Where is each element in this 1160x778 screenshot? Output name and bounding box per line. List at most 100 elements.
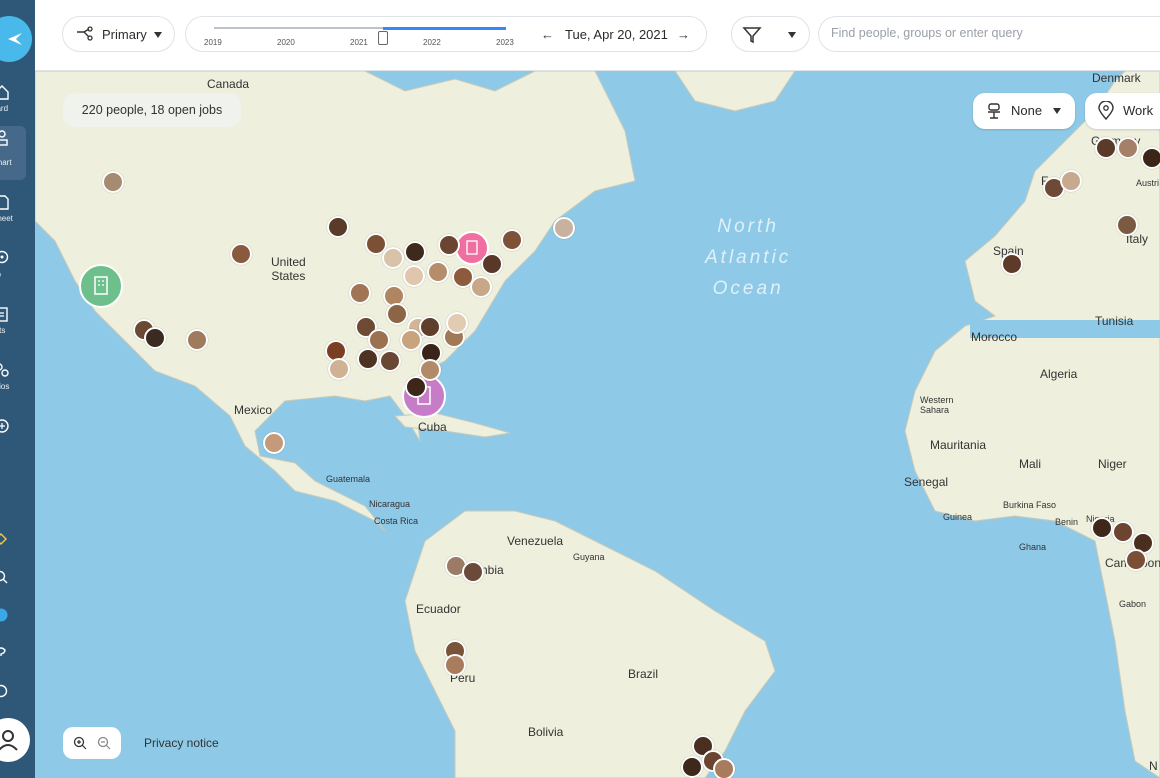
person-avatar[interactable]: [357, 348, 379, 370]
person-avatar[interactable]: [1095, 137, 1117, 159]
person-avatar[interactable]: [328, 358, 350, 380]
reports-icon: [0, 307, 8, 322]
sidebar-item-label: ap: [0, 270, 1, 279]
person-avatar[interactable]: [379, 350, 401, 372]
user-avatar[interactable]: [0, 718, 30, 762]
map-label: Cuba: [418, 420, 447, 434]
map-label: Bolivia: [528, 725, 564, 739]
map-label: Austri: [1136, 178, 1160, 188]
sidebar-item-dashboard[interactable]: oard: [0, 80, 34, 126]
person-avatar[interactable]: [404, 241, 426, 263]
person-avatar[interactable]: [444, 654, 466, 676]
settings-icon[interactable]: [0, 684, 8, 698]
zoom-out-icon[interactable]: [97, 736, 111, 750]
person-avatar[interactable]: [470, 276, 492, 298]
sidebar-item-map[interactable]: ap: [0, 246, 34, 292]
group-by-selector[interactable]: None: [973, 93, 1075, 129]
map-label: Mali: [1019, 457, 1042, 471]
year-tick: 2022: [423, 38, 441, 47]
zoom-in-icon[interactable]: [73, 736, 87, 750]
person-avatar[interactable]: [1116, 214, 1138, 236]
sidebar-item-org-chart[interactable]: Chart: [0, 126, 26, 180]
person-avatar[interactable]: [1125, 549, 1147, 571]
person-avatar[interactable]: [186, 329, 208, 351]
sidebar-item-label: arios: [0, 382, 10, 391]
person-avatar[interactable]: [501, 229, 523, 251]
map-label: Ecuador: [416, 602, 461, 616]
sidebar-item-more[interactable]: re: [0, 414, 34, 460]
scenarios-icon: [0, 363, 9, 377]
filter-button[interactable]: [731, 16, 810, 52]
person-avatar[interactable]: [230, 243, 252, 265]
map-label: Niger: [1098, 457, 1127, 471]
person-avatar[interactable]: [481, 253, 503, 275]
search-icon[interactable]: [0, 570, 8, 584]
person-avatar[interactable]: [403, 265, 425, 287]
map-canvas: [35, 71, 1160, 778]
location-type-selector[interactable]: Work: [1085, 93, 1160, 129]
person-avatar[interactable]: [102, 171, 124, 193]
timeline-track[interactable]: [214, 26, 506, 45]
map-label: Mauritania: [930, 438, 987, 452]
person-avatar[interactable]: [1060, 170, 1082, 192]
timeline: 2019 2020 2021 2022 2023 ← Tue, Apr 20, …: [185, 16, 707, 52]
privacy-notice-link[interactable]: Privacy notice: [144, 736, 219, 750]
person-avatar[interactable]: [400, 329, 422, 351]
map-label: Gabon: [1119, 599, 1147, 609]
help-icon[interactable]: [0, 646, 8, 660]
home-icon: [0, 85, 9, 100]
map-label: Tunisia: [1095, 314, 1134, 328]
prev-date-arrow-icon[interactable]: ←: [541, 27, 554, 42]
map-label: Venezuela: [507, 534, 564, 548]
sidebar-item-label: Chart: [0, 158, 12, 167]
person-avatar[interactable]: [446, 312, 468, 334]
org-chart-icon: [0, 130, 8, 146]
person-avatar[interactable]: [144, 327, 166, 349]
location-type-label: Work: [1123, 103, 1154, 118]
more-icon: [0, 419, 9, 433]
sidebar-item-sheet[interactable]: Sheet: [0, 190, 34, 236]
sidebar-item-scenarios[interactable]: arios: [0, 358, 34, 404]
notifications-icon[interactable]: [0, 608, 8, 622]
map-label: Guinea: [943, 512, 973, 522]
person-avatar[interactable]: [1112, 521, 1134, 543]
year-tick: 2020: [277, 38, 295, 47]
person-avatar[interactable]: [419, 316, 441, 338]
person-avatar[interactable]: [386, 303, 408, 325]
map-label: Guyana: [573, 552, 605, 562]
office-building-icon: [94, 276, 108, 295]
map-view[interactable]: Canada Denmark United States Mexico Cuba…: [35, 71, 1160, 778]
map-label: Nicaragua: [369, 499, 411, 509]
year-tick: 2021: [350, 38, 368, 47]
timeline-handle[interactable]: [378, 31, 389, 45]
map-label: Canada: [207, 77, 250, 91]
lightning-icon[interactable]: [0, 532, 8, 546]
app-logo[interactable]: [0, 16, 32, 62]
next-date-arrow-icon[interactable]: →: [677, 27, 690, 42]
person-avatar[interactable]: [1141, 147, 1160, 169]
person-avatar[interactable]: [553, 217, 575, 239]
map-label: Ghana: [1019, 542, 1047, 552]
person-avatar[interactable]: [681, 756, 703, 778]
person-avatar[interactable]: [382, 247, 404, 269]
sidebar-item-label: oard: [0, 104, 9, 113]
person-avatar[interactable]: [405, 376, 427, 398]
person-avatar[interactable]: [1001, 253, 1023, 275]
office-marker[interactable]: [79, 264, 123, 308]
view-selector[interactable]: Primary: [62, 16, 175, 52]
search-input[interactable]: [829, 25, 1160, 41]
person-avatar[interactable]: [438, 234, 460, 256]
person-avatar[interactable]: [349, 282, 371, 304]
chevron-down-icon: [1053, 108, 1061, 114]
current-date: Tue, Apr 20, 2021: [565, 27, 668, 42]
map-label: United States: [271, 255, 306, 283]
person-avatar[interactable]: [1091, 517, 1113, 539]
person-avatar[interactable]: [1117, 137, 1139, 159]
person-avatar[interactable]: [327, 216, 349, 238]
map-label: Brazil: [628, 667, 659, 681]
person-avatar[interactable]: [427, 261, 449, 283]
sidebar-item-reports[interactable]: orts: [0, 302, 34, 348]
person-avatar[interactable]: [263, 432, 285, 454]
person-avatar[interactable]: [713, 758, 735, 778]
person-avatar[interactable]: [462, 561, 484, 583]
